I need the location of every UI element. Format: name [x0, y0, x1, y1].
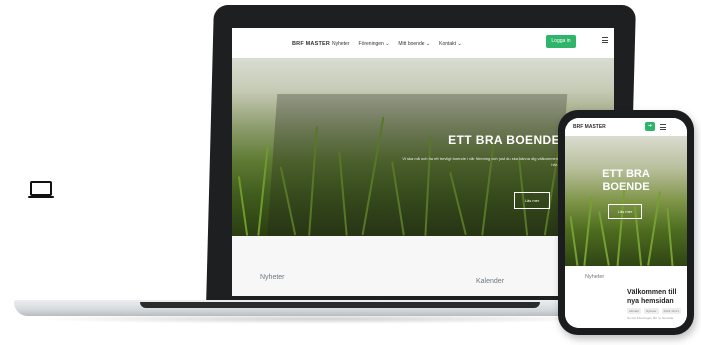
phone-news-section: Nyheter Välkommen till nya hemsidan Allm…	[565, 266, 687, 328]
hamburger-icon[interactable]	[602, 37, 608, 45]
site-logo[interactable]: BRF MASTER	[292, 41, 330, 47]
hero-title: ETT BRA BOENDE	[448, 133, 560, 147]
calendar-heading: Kalender	[476, 278, 505, 285]
phone-screen: BRF MASTER ➔ ETT BRA BOENDE Läs mer Nyhe…	[565, 118, 687, 328]
tag[interactable]: Allmänt	[627, 308, 642, 314]
laptop-icon	[28, 181, 54, 198]
menu-item-mitt-boende[interactable]: Mitt boende ⌄	[398, 41, 430, 47]
laptop-navbar: BRF MASTER Nyheter Föreningen ⌄ Mitt boe…	[232, 28, 614, 59]
laptop-screen: BRF MASTER Nyheter Föreningen ⌄ Mitt boe…	[232, 28, 614, 296]
hero-banner: ETT BRA BOENDE Vi ska må och ha ett trev…	[232, 58, 614, 236]
phone-hero-banner: ETT BRA BOENDE Läs mer	[565, 136, 687, 266]
hero-text: Vi ska må och ha ett trevligt boende i v…	[402, 156, 558, 167]
main-menu: Nyheter Föreningen ⌄ Mitt boende ⌄ Konta…	[332, 41, 462, 47]
phone-hero-title: ETT BRA BOENDE	[602, 168, 650, 193]
news-article-tags: Allmänt Nyheter 2023-10-01	[627, 308, 681, 314]
laptop-hinge	[140, 302, 540, 308]
content-section: Nyheter Kalender	[232, 236, 614, 296]
phone-read-more-button[interactable]: Läs mer	[608, 204, 642, 219]
menu-item-nyheter[interactable]: Nyheter	[332, 41, 350, 47]
date-label: 2023-10-01	[661, 308, 681, 314]
news-heading: Nyheter	[260, 274, 285, 281]
news-article-title[interactable]: Välkommen till nya hemsidan	[627, 288, 683, 306]
hero-read-more-button[interactable]: Läs mer	[514, 192, 550, 209]
login-button[interactable]: Logga in	[546, 35, 576, 48]
news-article-excerpt: Nu har Föreningen fått ny hemsida	[627, 316, 674, 320]
menu-item-kontakt[interactable]: Kontakt ⌄	[439, 41, 462, 47]
tag[interactable]: Nyheter	[644, 308, 659, 314]
phone-news-heading: Nyheter	[585, 274, 605, 280]
phone-site-logo[interactable]: BRF MASTER	[573, 124, 606, 130]
hamburger-icon[interactable]	[660, 124, 666, 132]
menu-item-foreningen[interactable]: Föreningen ⌄	[359, 41, 390, 47]
login-icon[interactable]: ➔	[645, 122, 655, 131]
phone-navbar: BRF MASTER ➔	[565, 118, 687, 136]
